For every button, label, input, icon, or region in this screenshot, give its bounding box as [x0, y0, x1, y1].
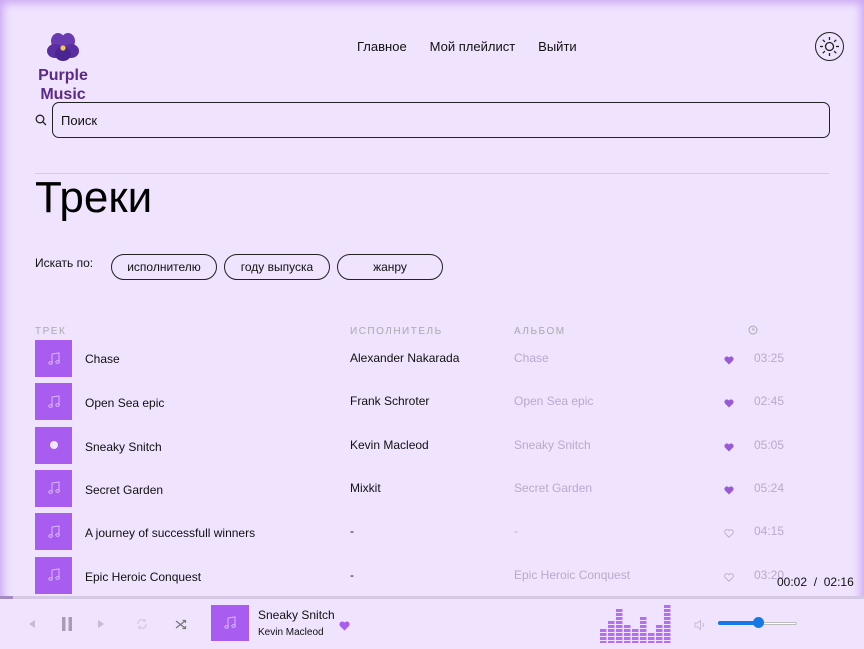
track-duration: 05:24: [754, 480, 785, 495]
track-cover[interactable]: [35, 426, 72, 464]
page-title: Треки: [35, 173, 153, 222]
track-duration: 02:45: [754, 394, 785, 409]
track-title[interactable]: Chase: [85, 352, 120, 366]
search-input[interactable]: [52, 102, 830, 138]
next-icon: [98, 620, 104, 628]
header-divider: [35, 173, 829, 174]
player-track-artist[interactable]: Kevin Macleod: [258, 627, 324, 638]
prev-button[interactable]: [27, 617, 37, 635]
track-row[interactable]: Epic Heroic Conquest - Epic Heroic Conques…: [35, 556, 835, 594]
track-album[interactable]: Open Sea epic: [514, 394, 593, 408]
main-nav: Главное Мой плейлист Выйти: [357, 39, 577, 54]
music-note-icon: [47, 395, 60, 408]
column-header-track: ТРЕК: [35, 326, 67, 337]
track-row[interactable]: Open Sea epic Frank Schroter Open Sea epic…: [35, 383, 835, 421]
track-artist[interactable]: -: [350, 568, 354, 582]
filter-by-artist-button[interactable]: исполнителю: [111, 254, 217, 280]
column-header-album: АЛЬБОМ: [514, 326, 566, 337]
now-playing-dot-icon: [49, 441, 58, 450]
track-cover[interactable]: [35, 513, 72, 551]
heart-icon[interactable]: [724, 482, 734, 500]
nav-item-home[interactable]: Главное: [357, 39, 407, 54]
track-row[interactable]: A journey of successfull winners - - 04:15: [35, 513, 835, 551]
repeat-button[interactable]: [136, 617, 148, 635]
track-title[interactable]: Secret Garden: [85, 483, 163, 497]
theme-toggle-button[interactable]: [815, 32, 844, 61]
volume-icon: [694, 619, 704, 631]
track-album[interactable]: Sneaky Snitch: [514, 438, 591, 452]
time-readout: 00:02 / 02:16: [777, 575, 854, 589]
track-cover[interactable]: [35, 469, 72, 507]
track-title[interactable]: Open Sea epic: [85, 396, 164, 410]
pansy-flower-icon: [47, 33, 79, 61]
music-note-icon: [47, 481, 60, 495]
track-duration: 05:05: [754, 437, 785, 452]
track-artist[interactable]: Frank Schroter: [350, 394, 429, 408]
track-row[interactable]: Sneaky Snitch Kevin Macleod Sneaky Snitch 0…: [35, 426, 835, 464]
track-cover[interactable]: [35, 340, 72, 377]
heart-icon[interactable]: [724, 439, 734, 457]
music-note-icon: [224, 616, 236, 629]
heart-outline-icon[interactable]: [724, 525, 734, 543]
volume-button[interactable]: [694, 618, 706, 636]
next-button[interactable]: [96, 617, 106, 635]
music-note-icon: [47, 351, 60, 365]
filter-by-genre-button[interactable]: жанру: [337, 254, 443, 280]
prev-icon: [29, 620, 35, 628]
track-album[interactable]: Epic Heroic Conquest: [514, 568, 630, 582]
pause-icon: [62, 617, 72, 631]
heart-outline-icon[interactable]: [724, 569, 734, 587]
nav-item-my-playlist[interactable]: Мой плейлист: [430, 39, 516, 54]
filter-by-year-button[interactable]: году выпуска: [224, 254, 330, 280]
track-artist[interactable]: Mixkit: [350, 481, 381, 495]
volume-slider-fill: [718, 621, 758, 625]
track-title[interactable]: A journey of successfull winners: [85, 526, 255, 540]
track-artist[interactable]: -: [350, 524, 354, 538]
heart-icon[interactable]: [724, 352, 734, 370]
track-title[interactable]: Sneaky Snitch: [85, 440, 162, 454]
track-cover[interactable]: [35, 556, 72, 594]
clock-icon: [748, 325, 758, 338]
shuffle-button[interactable]: [175, 617, 187, 635]
track-album[interactable]: -: [514, 524, 518, 538]
player-track-title[interactable]: Sneaky Snitch: [258, 608, 335, 622]
track-artist[interactable]: Alexander Nakarada: [350, 351, 459, 365]
track-album[interactable]: Chase: [514, 351, 549, 365]
player-cover: [211, 605, 249, 641]
logo-text: Purple Music: [38, 67, 88, 103]
track-artist[interactable]: Kevin Macleod: [350, 438, 429, 452]
music-note-icon: [47, 568, 60, 581]
music-note-icon: [47, 525, 60, 538]
pause-button[interactable]: [60, 617, 74, 636]
track-title[interactable]: Epic Heroic Conquest: [85, 570, 201, 584]
logo[interactable]: Purple Music: [30, 32, 96, 104]
search-icon: [35, 113, 47, 131]
repeat-icon: [137, 619, 147, 629]
filter-label: Искать по:: [35, 256, 94, 270]
heart-icon[interactable]: [724, 395, 734, 413]
track-row[interactable]: Secret Garden Mixkit Secret Garden 05:24: [35, 469, 835, 507]
player-like-button[interactable]: [339, 618, 350, 636]
track-cover[interactable]: [35, 383, 72, 421]
heart-icon: [339, 621, 350, 631]
nav-item-logout[interactable]: Выйти: [538, 39, 577, 54]
track-album[interactable]: Secret Garden: [514, 481, 592, 495]
volume-slider-handle[interactable]: [752, 617, 764, 628]
column-header-artist: ИСПОЛНИТЕЛЬ: [350, 326, 443, 337]
track-duration: 03:25: [754, 351, 785, 365]
equalizer-icon: [600, 603, 674, 648]
shuffle-icon: [175, 619, 187, 630]
sun-icon: [820, 37, 839, 56]
track-row[interactable]: Chase Alexander Nakarada Chase 03:25: [35, 340, 835, 377]
track-duration: 04:15: [754, 524, 785, 539]
